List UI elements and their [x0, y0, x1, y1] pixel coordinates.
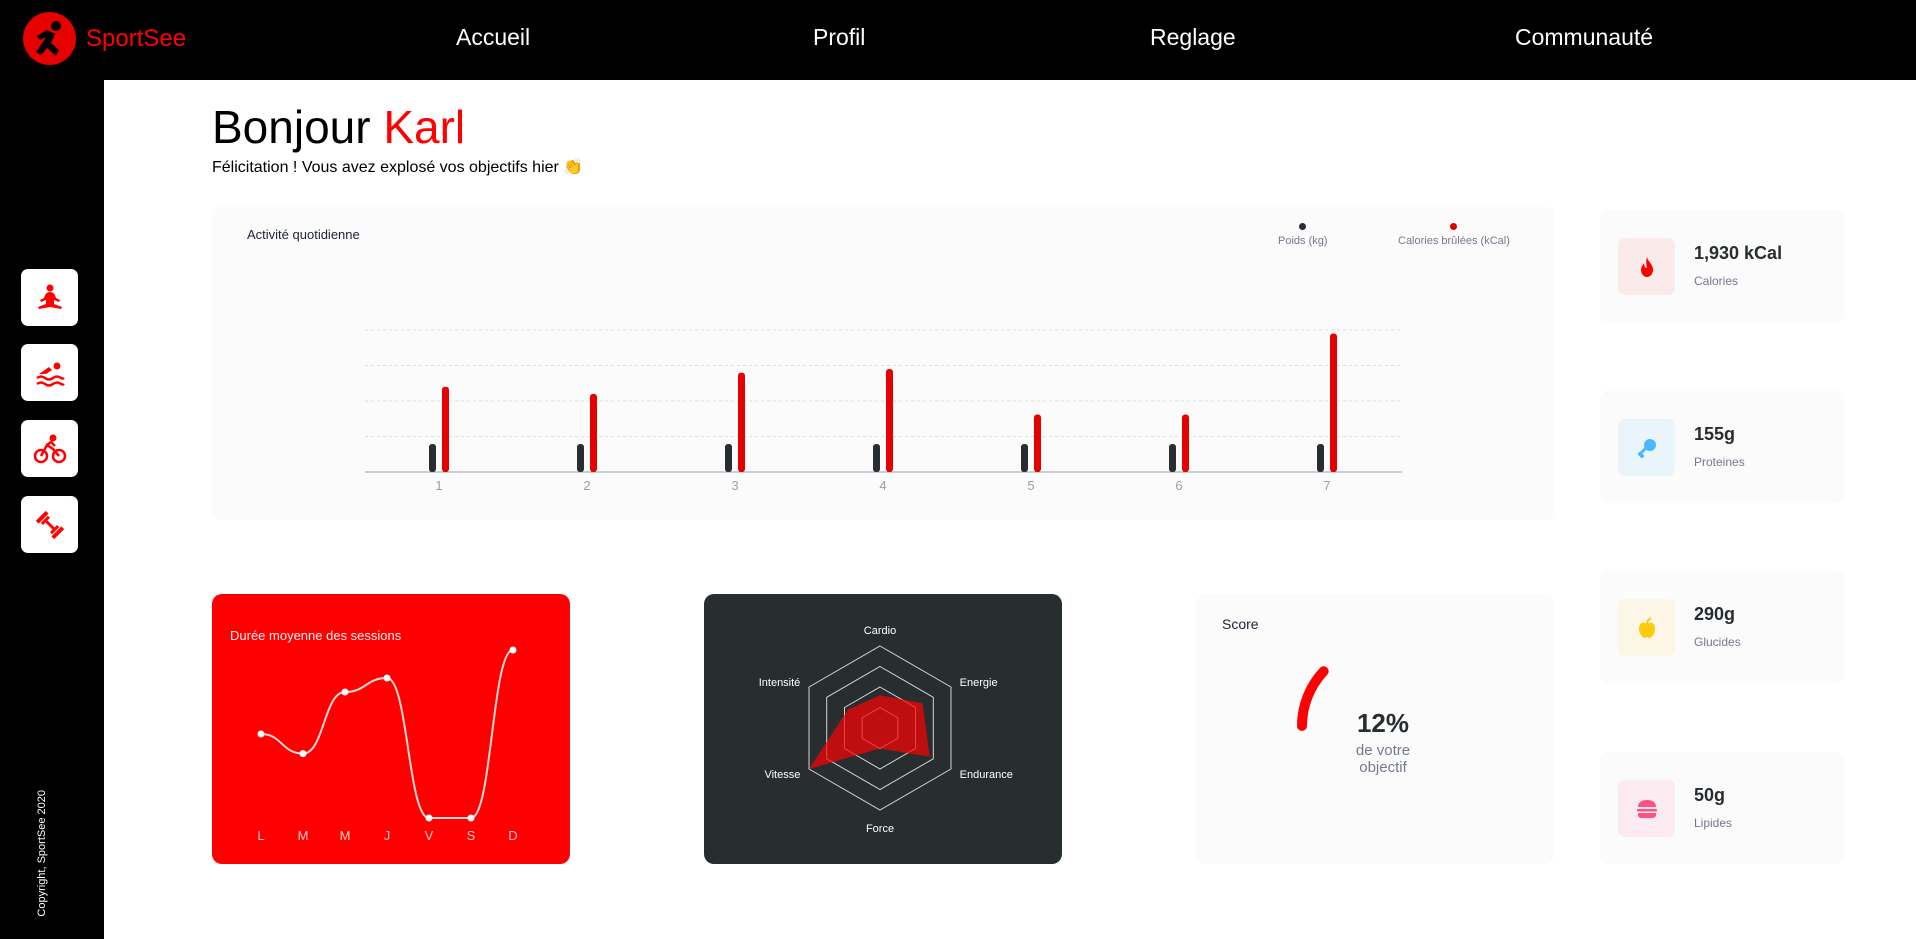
proteins-label: Proteines: [1694, 455, 1745, 469]
burger-icon: [1636, 799, 1657, 818]
carbs-value: 290g: [1694, 604, 1736, 624]
day-label: V: [425, 828, 434, 843]
carbs-card: 290g Glucides: [1600, 571, 1844, 683]
performance-radar-chart: Cardio Energie Endurance Force Vitesse Intens…: [759, 625, 1013, 835]
calories-bar: [738, 372, 745, 472]
score-arc: [1297, 666, 1329, 731]
sidebar-yoga-button[interactable]: [21, 269, 78, 326]
calories-bar: [442, 386, 449, 472]
average-sessions-card: Durée moyenne des sessions LMMJVSD: [212, 594, 570, 864]
average-sessions-line-chart: LMMJVSD: [257, 646, 518, 843]
carbs-label: Glucides: [1694, 635, 1741, 649]
x-tick-label: 7: [1323, 478, 1330, 493]
lipids-icon-box: [1618, 780, 1675, 837]
sessions-point: [341, 688, 349, 696]
calories-value: 1,930 kCal: [1694, 243, 1783, 263]
nav-reglage[interactable]: Reglage: [1150, 24, 1236, 51]
calories-bar: [590, 393, 597, 472]
sidebar: Copyright, SportSee 2020: [0, 80, 104, 939]
x-tick-label: 2: [583, 478, 590, 493]
day-label: J: [384, 828, 391, 843]
weight-bar: [725, 444, 732, 472]
x-tick-label: 6: [1175, 478, 1182, 493]
user-name: Karl: [383, 101, 466, 153]
carbs-icon-box: [1618, 599, 1675, 656]
radar-axis-label: Cardio: [864, 625, 896, 637]
activity-bar-chart: 1 2 3 4 5 6 7: [365, 329, 1402, 493]
radar-axis-label: Vitesse: [764, 769, 800, 781]
nav-accueil[interactable]: Accueil: [456, 24, 530, 51]
lipids-label: Lipides: [1694, 816, 1733, 830]
calories-label: Calories: [1694, 274, 1739, 288]
day-label: D: [508, 828, 517, 843]
weight-bar: [1169, 444, 1176, 472]
brand-name: SportSee: [86, 24, 187, 52]
x-tick-label: 4: [879, 478, 886, 493]
sidebar-cycling-button[interactable]: [21, 420, 78, 477]
calories-bar: [1034, 414, 1041, 472]
cycling-icon: [33, 434, 66, 463]
score-card: Score 12% de votre objectif: [1196, 594, 1554, 864]
logo-runner-icon: [23, 12, 76, 65]
proteins-icon-box: [1618, 419, 1675, 476]
yoga-icon: [37, 284, 62, 309]
sidebar-dumbbell-button[interactable]: [21, 496, 78, 553]
day-label: L: [257, 828, 264, 843]
weight-bar: [1317, 444, 1324, 472]
activity-chart-card: Activité quotidienne Poids (kg) Calories…: [212, 207, 1554, 520]
weight-bar: [429, 444, 436, 472]
sessions-point: [425, 814, 433, 822]
page-title: Bonjour Karl: [212, 100, 465, 154]
chicken-leg-icon: [1637, 438, 1656, 458]
radar-axis-label: Energie: [960, 677, 998, 689]
calories-bar: [1330, 333, 1337, 472]
logo[interactable]: SportSee: [23, 12, 186, 65]
lipids-card: 50g Lipides: [1600, 752, 1844, 864]
x-tick-label: 3: [731, 478, 738, 493]
calories-icon-box: [1618, 238, 1675, 295]
calories-card: 1,930 kCal Calories: [1600, 210, 1844, 322]
weight-bar: [1021, 444, 1028, 472]
weight-bar: [577, 444, 584, 472]
radar-axis-label: Force: [866, 823, 894, 835]
calories-bar: [1182, 414, 1189, 472]
proteins-value: 155g: [1694, 424, 1736, 444]
x-tick-label: 1: [435, 478, 442, 493]
sessions-point: [383, 674, 391, 682]
apple-icon: [1638, 616, 1655, 638]
copyright: Copyright, SportSee 2020: [36, 790, 48, 917]
swimming-icon: [35, 362, 65, 387]
page-subtitle: Félicitation ! Vous avez explosé vos obj…: [212, 159, 584, 176]
day-label: M: [340, 828, 351, 843]
nav-profil[interactable]: Profil: [813, 24, 865, 51]
lipids-value: 50g: [1694, 785, 1726, 805]
calories-bar: [886, 369, 893, 472]
performance-radar-card: Cardio Energie Endurance Force Vitesse Intens…: [704, 594, 1062, 864]
score-caption: de votre objectif: [1355, 742, 1411, 776]
top-navbar: SportSee Accueil Profil Reglage Communau…: [0, 0, 1916, 80]
sessions-point: [467, 814, 475, 822]
radar-axis-label: Intensité: [759, 677, 801, 689]
nav-communaute[interactable]: Communauté: [1515, 24, 1653, 51]
sidebar-swimming-button[interactable]: [21, 344, 78, 401]
score-value: 12%: [1356, 708, 1410, 738]
x-tick-label: 5: [1027, 478, 1034, 493]
day-label: M: [298, 828, 309, 843]
dumbbell-icon: [35, 510, 64, 539]
flame-icon: [1640, 256, 1653, 277]
radar-axis-label: Endurance: [960, 769, 1013, 781]
day-label: S: [467, 828, 476, 843]
sessions-point: [299, 750, 307, 758]
proteins-card: 155g Proteines: [1600, 391, 1844, 503]
sessions-point: [509, 646, 517, 654]
weight-bar: [873, 444, 880, 472]
sessions-point: [257, 730, 265, 738]
greeting-word: Bonjour: [212, 101, 371, 153]
